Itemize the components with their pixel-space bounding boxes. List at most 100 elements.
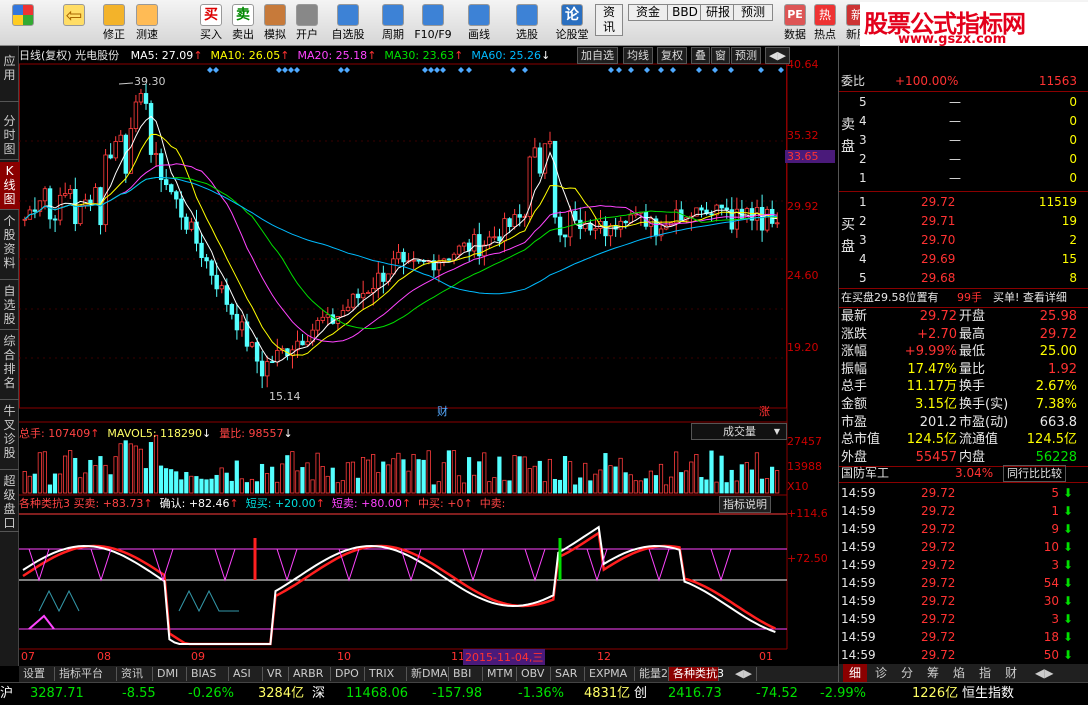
chart-header-button-4[interactable]: 窗: [711, 47, 730, 64]
toolbar-button-9[interactable]: 周期: [375, 2, 411, 44]
indicator-tab-11[interactable]: BBI: [449, 667, 483, 681]
indicator-tab-4[interactable]: BIAS: [187, 667, 229, 681]
indicator-tab-14[interactable]: SAR: [551, 667, 585, 681]
ma-line-60: [24, 177, 778, 295]
indicator-tab-6[interactable]: VR: [263, 667, 289, 681]
quote-value: +9.99%: [904, 344, 957, 360]
event-label-limit-up[interactable]: 涨: [759, 403, 770, 419]
buy-level-row[interactable]: 1 29.72 11519: [839, 193, 1088, 211]
volume-bar: [674, 451, 679, 494]
buy-level-row[interactable]: 4 29.69 15: [839, 250, 1088, 268]
quote-tab-0[interactable]: 细: [843, 664, 867, 682]
chart-nav-arrows[interactable]: ◀▶: [765, 47, 790, 64]
indicator-help-button[interactable]: 指标说明: [719, 496, 771, 513]
sell-level-row[interactable]: 5 — 0: [839, 93, 1088, 111]
indicator-tab-5[interactable]: ASI: [229, 667, 263, 681]
quote-tab-3[interactable]: 筹: [921, 664, 945, 682]
toolbar-button-15[interactable]: 资金: [628, 4, 668, 46]
indicator-tab-0[interactable]: 设置: [19, 667, 55, 681]
indicator-tab-16[interactable]: 能量2: [635, 667, 669, 681]
toolbar-button-14[interactable]: 资讯: [595, 4, 623, 46]
sector-row[interactable]: 国防军工 3.04% 同行比比较: [839, 464, 1088, 482]
indicator-tab-7[interactable]: ARBR: [289, 667, 331, 681]
left-tab-7[interactable]: 超级盘口: [0, 472, 19, 532]
left-tab-4[interactable]: 自选股: [0, 282, 19, 330]
separator: [839, 191, 1088, 192]
buy-level-row[interactable]: 3 29.70 2: [839, 231, 1088, 249]
toolbar-button-0[interactable]: [6, 2, 40, 44]
event-diamond: [344, 67, 350, 73]
quote-tab-4[interactable]: 焰: [947, 664, 971, 682]
toolbar-button-20[interactable]: 热热点: [809, 2, 841, 44]
quote-tab-arrows[interactable]: ◀▶: [1035, 664, 1053, 682]
toolbar-button-6[interactable]: 模拟: [260, 2, 290, 44]
sell-level-row[interactable]: 3 — 0: [839, 131, 1088, 149]
toolbar-button-10[interactable]: F10/F9: [413, 2, 453, 44]
toolbar-button-17[interactable]: 研报: [700, 4, 736, 46]
kline-chart-area[interactable]: 日线(复权) 光电股份 MA5: 27.09↑ MA10: 26.05↑ MA20:…: [19, 46, 838, 666]
candle-body: [93, 187, 98, 205]
candle-body: [456, 245, 462, 255]
big-order-alert[interactable]: 在买盘29.58位置有 99手 买单! 查看详细: [839, 289, 1088, 307]
toolbar-button-2[interactable]: 修正: [98, 2, 130, 44]
level-price: —: [949, 95, 961, 109]
toolbar-button-19[interactable]: PE 数据: [781, 2, 809, 44]
indicator-tab-13[interactable]: OBV: [517, 667, 551, 681]
left-tab-3[interactable]: 个股资料: [0, 212, 19, 280]
chart-header-button-5[interactable]: 预测: [731, 47, 761, 64]
indicator-tab-3[interactable]: DMI: [153, 667, 187, 681]
event-diamond: [658, 67, 664, 73]
sell-level-row[interactable]: 2 — 0: [839, 150, 1088, 168]
left-tab-6[interactable]: 牛叉诊股: [0, 402, 19, 470]
sector-compare-button[interactable]: 同行比比较: [1003, 465, 1066, 482]
volume-bar: [568, 461, 573, 494]
chart-period-title: 日线(复权): [19, 49, 72, 62]
big-order-detail-link[interactable]: 买单! 查看详细: [993, 289, 1067, 307]
volume-bar: [699, 477, 704, 494]
tab-scroll-arrows[interactable]: ◀▶: [731, 667, 757, 681]
left-tab-5[interactable]: 综合排名: [0, 332, 19, 400]
left-tab-2[interactable]: K线图: [0, 162, 19, 210]
arrow-up-icon: ↑: [401, 497, 412, 510]
left-tab-0[interactable]: 应用: [0, 52, 19, 102]
chart-header-button-3[interactable]: 叠: [691, 47, 710, 64]
toolbar-button-3[interactable]: 测速: [130, 2, 164, 44]
quote-tab-1[interactable]: 诊: [869, 664, 893, 682]
indicator-tab-1[interactable]: 指标平台: [55, 667, 117, 681]
quote-tab-6[interactable]: 财: [999, 664, 1023, 682]
quote-tab-2[interactable]: 分: [895, 664, 919, 682]
toolbar-button-13[interactable]: 论论股堂: [553, 2, 591, 44]
chart-header-button-2[interactable]: 复权: [657, 47, 687, 64]
sell-level-row[interactable]: 4 — 0: [839, 112, 1088, 130]
toolbar-button-5[interactable]: 卖卖出: [228, 2, 258, 44]
sell-level-row[interactable]: 1 — 0: [839, 169, 1088, 187]
indicator-tab-12[interactable]: MTM: [483, 667, 517, 681]
candle-body: [759, 206, 765, 231]
buy-level-row[interactable]: 5 29.68 8: [839, 269, 1088, 287]
toolbar-button-8[interactable]: 自选股: [328, 2, 368, 44]
left-tab-1[interactable]: 分时图: [0, 112, 19, 160]
toolbar-button-11[interactable]: 画线: [460, 2, 498, 44]
event-label-finance[interactable]: 财: [437, 403, 448, 419]
indicator-tab-9[interactable]: TRIX: [365, 667, 407, 681]
chart-canvas[interactable]: [19, 46, 838, 666]
indicator-tab-8[interactable]: DPO: [331, 667, 365, 681]
quote-tab-5[interactable]: 指: [973, 664, 997, 682]
tick-price: 29.72: [921, 648, 956, 662]
indicator-tab-10[interactable]: 新DMA: [407, 667, 449, 681]
buy-level-row[interactable]: 2 29.71 19: [839, 212, 1088, 230]
toolbar-button-1[interactable]: ⇦: [57, 2, 91, 44]
volume-dropdown[interactable]: 成交量 ▼: [691, 423, 787, 440]
chart-header-button-0[interactable]: 加自选: [577, 47, 618, 64]
toolbar-button-4[interactable]: 买买入: [196, 2, 226, 44]
indicator-tab-15[interactable]: EXPMA: [585, 667, 635, 681]
level-price: 29.70: [921, 233, 956, 247]
toolbar-button-18[interactable]: 预测: [733, 4, 773, 46]
toolbar-button-7[interactable]: 开户: [292, 2, 322, 44]
toolbar-button-16[interactable]: BBD: [667, 4, 703, 46]
toolbar-button-12[interactable]: 选股: [505, 2, 549, 44]
chart-header-button-1[interactable]: 均线: [623, 47, 653, 64]
indicator-tab-2[interactable]: 资讯: [117, 667, 153, 681]
tick-volume: 9: [1051, 522, 1059, 536]
indicator-tab-17[interactable]: 各种类抗3: [669, 667, 724, 681]
